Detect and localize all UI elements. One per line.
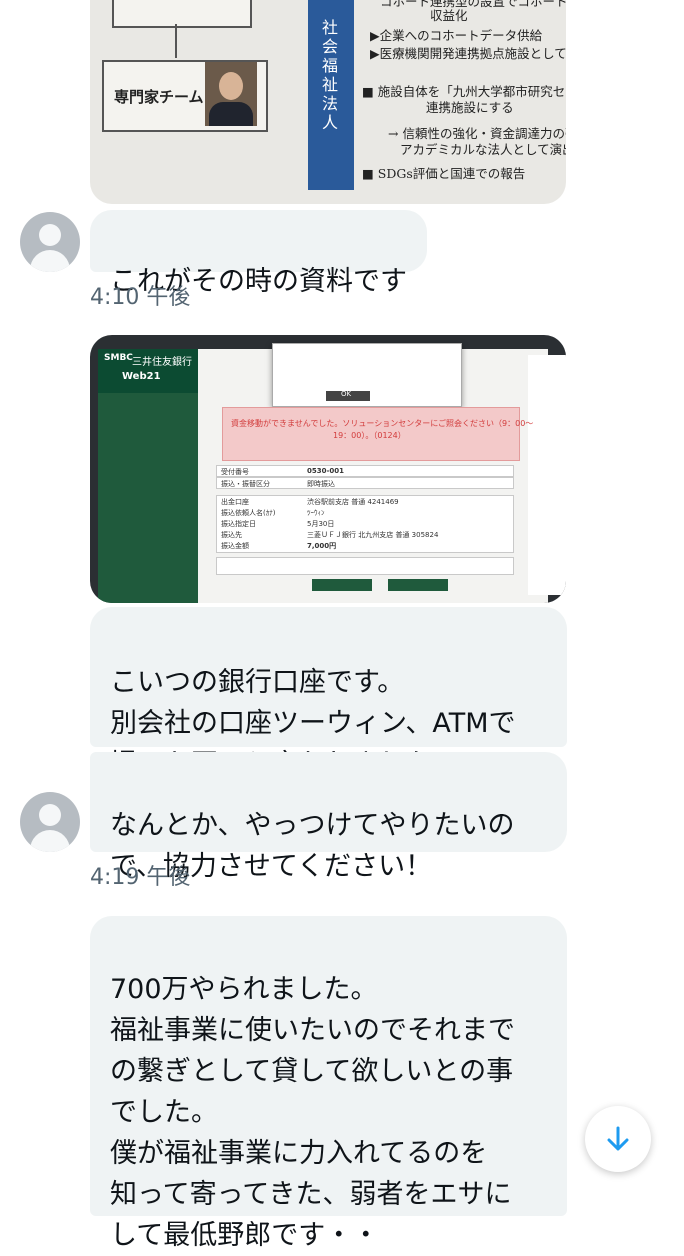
- ok-button: OK: [326, 390, 370, 401]
- message-bubble[interactable]: なんとか、やっつけてやりたいの で、協力させてください！: [90, 752, 567, 882]
- form-row: 受付番号 0530-001: [216, 465, 514, 477]
- vertical-banner-label: 社会福祉法人: [322, 18, 339, 132]
- message-bubble[interactable]: これがその時の資料です: [90, 210, 427, 297]
- fee-table: [216, 557, 514, 575]
- message-text: 700万やられました。 福祉事業に使いたいのでそれまで の繋ぎとして貸して欲しい…: [110, 974, 515, 1251]
- next-button: [312, 579, 372, 591]
- expert-team-label: 専門家チーム: [114, 88, 204, 106]
- message-timestamp: 4:19 午後: [90, 865, 191, 890]
- form-table: 出金口座 渋谷駅前支店 普通 4241469 振込依頼人名(ｶﾅ) ﾂｰｳｨﾝ …: [216, 495, 514, 553]
- default-avatar-icon: [39, 804, 61, 826]
- portrait-photo: [205, 62, 257, 126]
- sender-avatar[interactable]: [20, 792, 80, 852]
- sender-avatar[interactable]: [20, 212, 80, 272]
- message-timestamp: 4:10 午後: [90, 285, 191, 310]
- scroll-to-bottom-button[interactable]: [585, 1106, 651, 1172]
- print-button: [388, 579, 448, 591]
- bank-brand-bar: SMBC 三井住友銀行 Web21: [98, 349, 198, 393]
- bank-screen-photo[interactable]: SMBC 三井住友銀行 Web21 OK 資金移動ができませんでした。ソリューシ…: [90, 335, 566, 603]
- document-photo[interactable]: 専門家チーム 社会福祉法人 コホート連携型の設置でコホート 収益化 ▶企業へのコ…: [90, 0, 566, 204]
- bank-right-panel: [528, 355, 566, 595]
- default-avatar-icon: [39, 224, 61, 246]
- org-chart-line: [175, 24, 177, 58]
- arrow-down-icon: [607, 1126, 629, 1151]
- vertical-banner: 社会福祉法人: [308, 0, 354, 190]
- form-row: 振込・振替区分 即時振込: [216, 477, 514, 489]
- message-bubble[interactable]: 700万やられました。 福祉事業に使いたいのでそれまで の繋ぎとして貸して欲しい…: [90, 916, 567, 1251]
- org-chart-box: [112, 0, 252, 28]
- message-bubble[interactable]: こいつの銀行口座です。 別会社の口座ツーウィン、ATMで 撮った写メと言われまし…: [90, 607, 567, 780]
- error-banner: 資金移動ができませんでした。ソリューションセンターにご照会ください（9：00～ …: [222, 407, 533, 461]
